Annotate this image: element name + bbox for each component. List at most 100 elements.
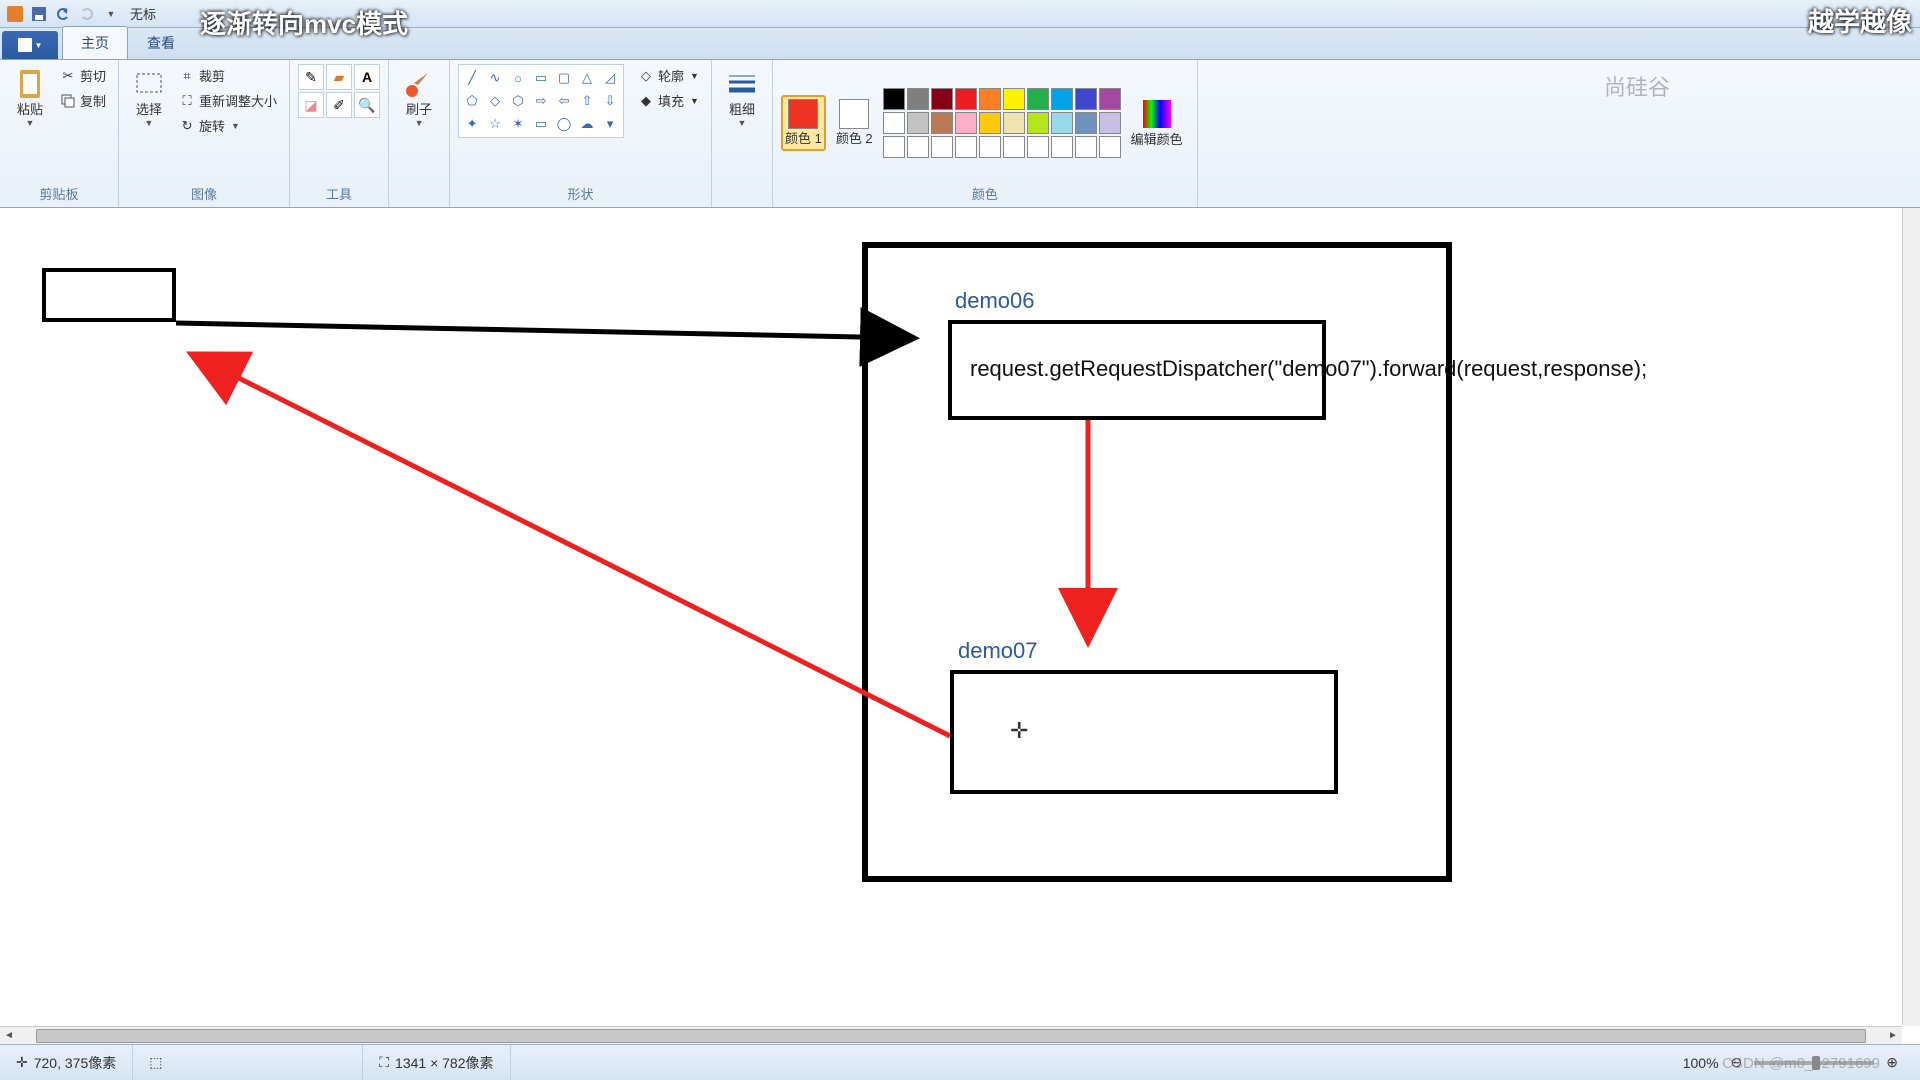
cut-button[interactable]: ✂剪切 [56,64,110,87]
palette-swatch[interactable] [1003,112,1025,134]
shape-arrow-left[interactable]: ⇦ [553,90,575,112]
shape-right-triangle[interactable]: ◿ [599,67,621,89]
shape-rect[interactable]: ▭ [530,67,552,89]
ribbon-group-tools: ✎ ▰ A ◪ ✐ 🔍 工具 [290,60,389,207]
shape-star6[interactable]: ✶ [507,113,529,135]
palette-swatch[interactable] [1051,112,1073,134]
palette-swatch[interactable] [1051,136,1073,158]
text-tool[interactable]: A [354,64,380,90]
shape-arrow-right[interactable]: ⇨ [530,90,552,112]
zoom-slider[interactable] [1754,1061,1874,1065]
picker-tool[interactable]: ✐ [326,92,352,118]
shape-hexagon[interactable]: ⬡ [507,90,529,112]
stroke-button[interactable]: 粗细 ▼ [720,64,764,132]
palette-swatch[interactable] [931,112,953,134]
brush-group-label [397,201,441,205]
edit-colors-button[interactable]: 编辑颜色 [1125,94,1189,152]
palette-swatch[interactable] [1027,136,1049,158]
outline-button[interactable]: ◇轮廓▼ [634,64,703,87]
eraser-tool[interactable]: ◪ [298,92,324,118]
shape-callout-cloud[interactable]: ☁ [576,113,598,135]
palette-swatch[interactable] [907,136,929,158]
shape-callout-oval[interactable]: ◯ [553,113,575,135]
color2-button[interactable]: 颜色 2 [830,95,879,151]
shape-more[interactable]: ▾ [599,113,621,135]
shape-polygon[interactable]: ⬠ [461,90,483,112]
palette-swatch[interactable] [1099,88,1121,110]
palette-swatch[interactable] [1099,136,1121,158]
copy-button[interactable]: 复制 [56,89,110,112]
palette-swatch[interactable] [979,112,1001,134]
shape-star5[interactable]: ☆ [484,113,506,135]
palette-swatch[interactable] [1075,112,1097,134]
zoom-out-button[interactable]: ⊖ [1731,1054,1743,1071]
palette-swatch[interactable] [1099,112,1121,134]
palette-swatch[interactable] [1075,88,1097,110]
palette-swatch[interactable] [955,136,977,158]
palette-swatch[interactable] [1027,112,1049,134]
palette-swatch[interactable] [955,88,977,110]
color-palette[interactable] [883,88,1121,158]
redo-icon[interactable] [76,3,98,25]
pencil-tool[interactable]: ✎ [298,64,324,90]
shapes-gallery[interactable]: ╱ ∿ ○ ▭ ▢ △ ◿ ⬠ ◇ ⬡ ⇨ ⇦ ⇧ ⇩ ✦ ☆ ✶ ▭ ◯ ☁ [458,64,624,138]
file-menu-button[interactable]: ▼ [2,31,58,59]
tab-view[interactable]: 查看 [128,26,194,59]
palette-swatch[interactable] [907,88,929,110]
select-button[interactable]: 选择 ▼ [127,64,171,132]
shape-arrow-down[interactable]: ⇩ [599,90,621,112]
palette-swatch[interactable] [931,136,953,158]
color2-swatch [839,99,869,129]
code-text: request.getRequestDispatcher("demo07").f… [970,356,1647,382]
horizontal-scrollbar[interactable]: ◄ ► [0,1026,1902,1044]
bucket-tool[interactable]: ▰ [326,64,352,90]
shape-oval[interactable]: ○ [507,67,529,89]
rotate-button[interactable]: ↻旋转▼ [175,114,281,137]
shape-star4[interactable]: ✦ [461,113,483,135]
qat-dropdown-icon[interactable]: ▼ [100,3,122,25]
status-position: ✛ 720, 375像素 [0,1045,133,1080]
palette-swatch[interactable] [955,112,977,134]
save-icon[interactable] [28,3,50,25]
canvas-content[interactable]: demo06 request.getRequestDispatcher("dem… [0,208,1900,1008]
palette-swatch[interactable] [979,136,1001,158]
shape-triangle[interactable]: △ [576,67,598,89]
shape-diamond[interactable]: ◇ [484,90,506,112]
shape-arrow-up[interactable]: ⇧ [576,90,598,112]
palette-swatch[interactable] [883,112,905,134]
palette-swatch[interactable] [1003,88,1025,110]
tab-home[interactable]: 主页 [62,26,128,59]
brush-button[interactable]: 刷子 ▼ [397,64,441,132]
palette-swatch[interactable] [883,136,905,158]
palette-swatch[interactable] [1027,88,1049,110]
palette-swatch[interactable] [931,88,953,110]
shape-curve[interactable]: ∿ [484,67,506,89]
shape-line[interactable]: ╱ [461,67,483,89]
shape-callout-rect[interactable]: ▭ [530,113,552,135]
vertical-scrollbar[interactable] [1902,208,1920,1026]
palette-swatch[interactable] [1051,88,1073,110]
scroll-right-icon[interactable]: ► [1884,1027,1902,1045]
ribbon-group-image: 选择 ▼ ⌗裁剪 ⛶重新调整大小 ↻旋转▼ 图像 [119,60,290,207]
palette-swatch[interactable] [979,88,1001,110]
palette-swatch[interactable] [1075,136,1097,158]
color1-button[interactable]: 颜色 1 [781,95,826,151]
palette-swatch[interactable] [883,88,905,110]
canvas-area[interactable]: demo06 request.getRequestDispatcher("dem… [0,208,1920,1044]
fill-button[interactable]: ◆填充▼ [634,89,703,112]
app-icon[interactable] [4,3,26,25]
draw-demo07-box [950,670,1338,794]
paste-button[interactable]: 粘贴 ▼ [8,64,52,132]
palette-swatch[interactable] [1003,136,1025,158]
undo-icon[interactable] [52,3,74,25]
ribbon-group-colors: 颜色 1 颜色 2 编辑颜色 颜色 [773,60,1198,207]
zoom-in-button[interactable]: ⊕ [1886,1054,1898,1071]
resize-button[interactable]: ⛶重新调整大小 [175,89,281,112]
crop-button[interactable]: ⌗裁剪 [175,64,281,87]
scroll-left-icon[interactable]: ◄ [0,1027,18,1045]
scroll-thumb[interactable] [36,1029,1866,1043]
status-selection: ⬚ [133,1045,363,1080]
magnify-tool[interactable]: 🔍 [354,92,380,118]
shape-roundrect[interactable]: ▢ [553,67,575,89]
palette-swatch[interactable] [907,112,929,134]
